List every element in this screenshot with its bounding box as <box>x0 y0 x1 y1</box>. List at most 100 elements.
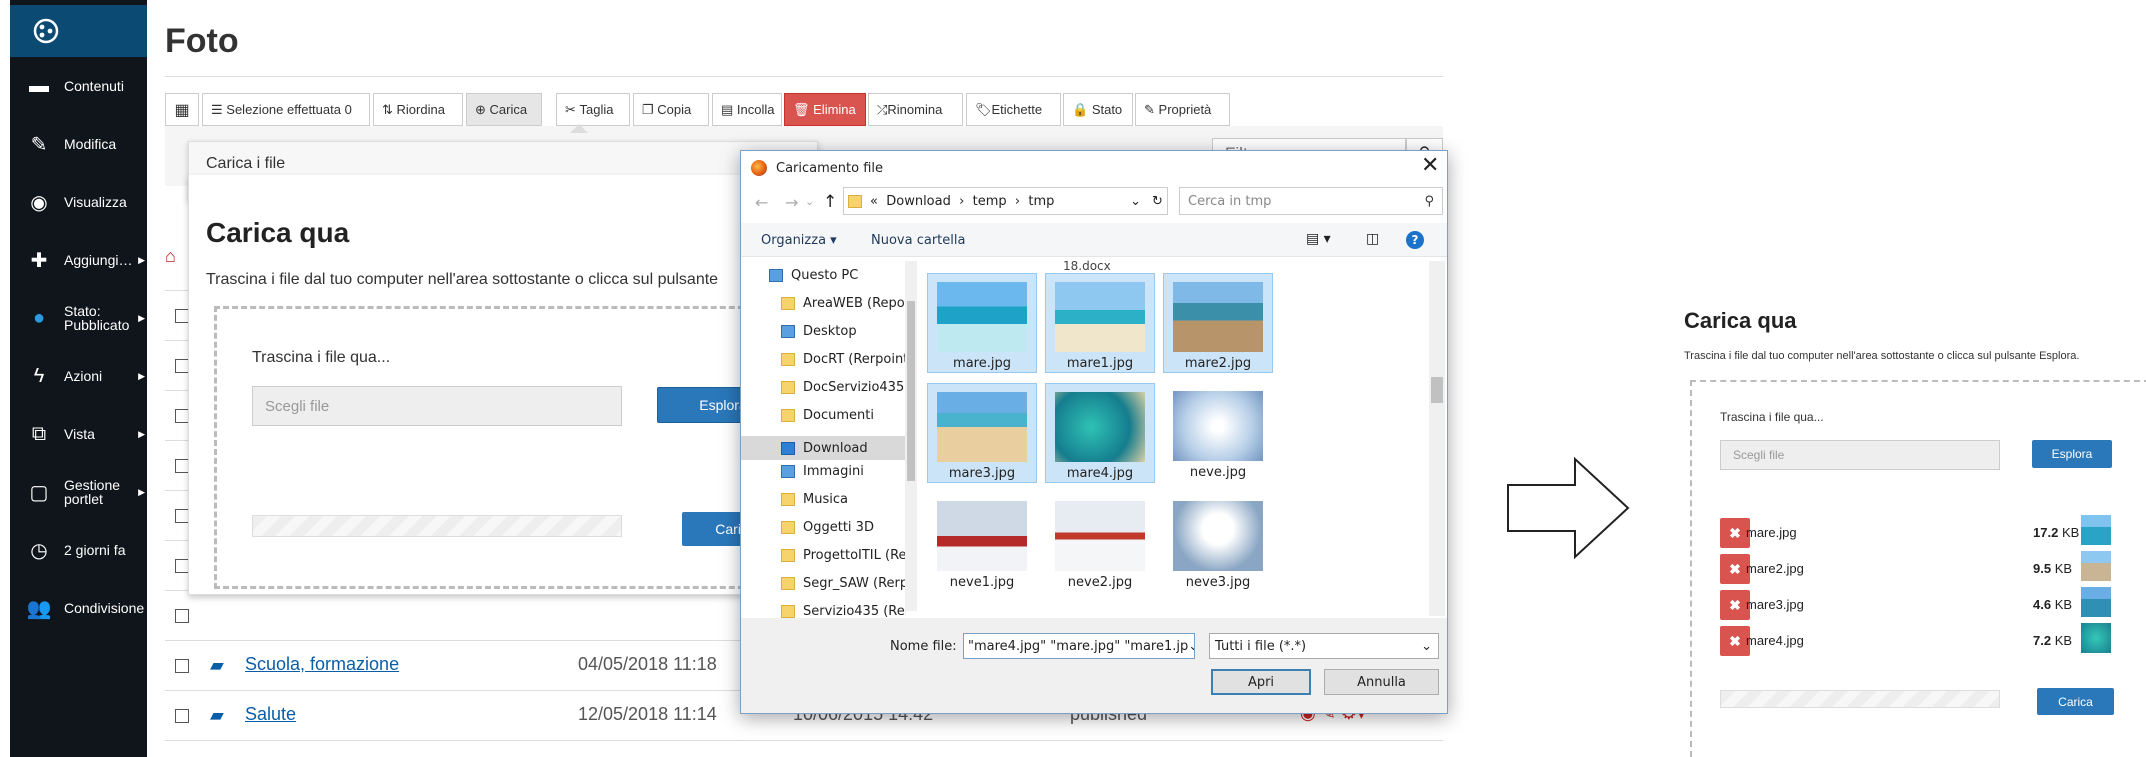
paste-button[interactable]: ▤ Incolla <box>712 93 782 126</box>
tree-item[interactable]: Questo PC <box>769 268 858 283</box>
address-bar[interactable]: « Download › temp › tmp ⌄ <box>843 187 1168 215</box>
sidebar-item-3[interactable]: ✚ Aggiungi… ▶ <box>10 236 147 284</box>
drop-zone[interactable]: Trascina i file qua... Scegli file Esplo… <box>214 306 789 589</box>
page-title: Foto <box>165 22 239 60</box>
file-type-select[interactable]: Tutti i file (*.*) ⌄ <box>1209 633 1439 659</box>
cancel-button[interactable]: Annulla <box>1324 669 1439 695</box>
crumb-temp[interactable]: temp <box>973 194 1007 209</box>
row-checkbox[interactable] <box>175 509 189 523</box>
crumb-download[interactable]: Download <box>886 194 951 209</box>
open-button[interactable]: Apri <box>1211 669 1311 695</box>
choose-file-input[interactable]: Scegli file <box>252 386 622 426</box>
row-title-link[interactable]: Salute <box>245 704 296 725</box>
sidebar-item-9[interactable]: 👥 Condivisione <box>10 584 147 632</box>
folder-icon <box>781 549 795 562</box>
file-thumbnail[interactable]: neve.jpg <box>1163 383 1273 483</box>
tree-item[interactable]: Documenti <box>781 408 874 423</box>
filename-input[interactable]: "mare4.jpg" "mare.jpg" "mare1.jp⌄ <box>963 633 1195 659</box>
tree-item[interactable]: AreaWEB (Repo <box>781 296 905 311</box>
tree-item[interactable]: DocServizio435 ( <box>781 380 906 395</box>
tree-item[interactable]: Download <box>741 436 906 460</box>
result-choose-file-input[interactable]: Scegli file <box>1720 440 2000 470</box>
selection-button[interactable]: ☰ Selezione effettuata 0 <box>202 93 370 126</box>
refresh-icon[interactable]: ↻ <box>1152 194 1163 209</box>
sidebar-item-2[interactable]: ◉ Visualizza <box>10 178 147 226</box>
chevron-down-icon[interactable]: ⌄ <box>1188 639 1194 654</box>
folder-icon <box>781 381 795 394</box>
new-folder-button[interactable]: Nuova cartella <box>871 233 965 248</box>
tree-item[interactable]: Immagini <box>781 464 864 479</box>
tree-item[interactable]: Musica <box>781 492 848 507</box>
dialog-search-input[interactable]: Cerca in tmp ⚲ <box>1179 187 1443 215</box>
file-thumbnail[interactable]: mare.jpg <box>927 273 1037 373</box>
result-browse-button[interactable]: Esplora <box>2032 440 2112 468</box>
crumb-tmp[interactable]: tmp <box>1028 194 1054 209</box>
uploaded-file-row: ✖ mare.jpg 17.2 KB <box>1720 515 2146 548</box>
close-icon[interactable]: ✕ <box>1421 153 1439 178</box>
rename-button[interactable]: ⤮ Rinomina <box>868 93 963 126</box>
sidebar-item-7[interactable]: ▢ Gestione portlet ▶ <box>10 468 147 516</box>
tree-item[interactable]: DocRT (Rerpoint <box>781 352 906 367</box>
forward-icon[interactable]: → <box>785 193 798 212</box>
sidebar-item-5[interactable]: ϟ Azioni ▶ <box>10 352 147 400</box>
row-checkbox[interactable] <box>175 559 189 573</box>
help-icon[interactable]: ? <box>1406 231 1424 249</box>
tree-item[interactable]: ProgettoITIL (Re <box>781 548 906 563</box>
file-thumbnail[interactable]: neve3.jpg <box>1163 493 1273 593</box>
sidebar-item-label: Visualizza <box>64 194 127 210</box>
sidebar-item-4[interactable]: ● Stato: Pubblicato ▶ <box>10 294 147 342</box>
upload-button[interactable]: ⊕ Carica <box>466 93 542 126</box>
row-checkbox[interactable] <box>175 709 189 723</box>
file-thumbnail[interactable]: neve2.jpg <box>1045 493 1155 593</box>
sidebar-item-6[interactable]: ⧉ Vista ▶ <box>10 410 147 458</box>
row-checkbox[interactable] <box>175 309 189 323</box>
state-button[interactable]: 🔒 Stato <box>1063 93 1133 126</box>
back-icon[interactable]: ← <box>755 193 768 212</box>
tree-item[interactable]: Desktop <box>781 324 857 339</box>
upload-progress-bar <box>252 515 622 537</box>
file-thumbnail[interactable]: neve1.jpg <box>927 493 1037 593</box>
file-name: neve3.jpg <box>1185 575 1251 590</box>
row-title-link[interactable]: Scuola, formazione <box>245 654 399 675</box>
preview-pane-icon[interactable]: ◫ <box>1366 231 1379 247</box>
sidebar-item-label: Contenuti <box>64 78 124 94</box>
properties-button[interactable]: ✎ Proprietà <box>1135 93 1230 126</box>
folder-icon: ▰ <box>210 655 224 675</box>
cut-button[interactable]: ✂ Taglia <box>556 93 630 126</box>
reorder-button[interactable]: ⇅ Riordina <box>373 93 463 126</box>
file-thumbnail[interactable]: mare4.jpg <box>1045 383 1155 483</box>
tree-item[interactable]: Segr_SAW (Rerpo <box>781 576 906 591</box>
chevron-down-icon[interactable]: ⌄ <box>1130 194 1141 209</box>
folder-icon <box>781 297 795 310</box>
caret-right-icon: ▶ <box>138 486 145 497</box>
delete-button[interactable]: 🗑 Elimina <box>784 93 866 126</box>
recent-chevron-icon[interactable]: ⌄ <box>805 195 814 208</box>
result-upload-button[interactable]: Carica <box>2037 688 2114 715</box>
sidebar-item-1[interactable]: ✎ Modifica <box>10 120 147 168</box>
grid-toggle-button[interactable]: ▦ <box>165 93 199 126</box>
copy-button[interactable]: ❐ Copia <box>633 93 709 126</box>
plone-logo[interactable] <box>10 5 147 57</box>
grid-scrollbar[interactable] <box>1429 261 1445 616</box>
file-thumbnail[interactable]: mare3.jpg <box>927 383 1037 483</box>
row-checkbox[interactable] <box>175 659 189 673</box>
up-icon[interactable]: ↑ <box>823 192 837 212</box>
organize-button[interactable]: Organizza ▾ <box>761 233 837 248</box>
row-checkbox[interactable] <box>175 609 189 623</box>
view-options-icon[interactable]: ▤ ▾ <box>1306 231 1331 247</box>
tree-scrollbar[interactable] <box>905 261 917 611</box>
sidebar-item-8[interactable]: ◷ 2 giorni fa <box>10 526 147 574</box>
tree-item[interactable]: Oggetti 3D <box>781 520 874 535</box>
tags-button[interactable]: 🏷 Etichette <box>966 93 1061 126</box>
row-checkbox[interactable] <box>175 459 189 473</box>
row-checkbox[interactable] <box>175 359 189 373</box>
sidebar-item-0[interactable]: ▬ Contenuti <box>10 62 147 110</box>
file-thumbnail[interactable]: mare2.jpg <box>1163 273 1273 373</box>
navigation-tree: Questo PC AreaWEB (Repo Desktop DocRT (Rerp… <box>741 258 906 618</box>
row-checkbox[interactable] <box>175 409 189 423</box>
file-thumbnail[interactable]: mare1.jpg <box>1045 273 1155 373</box>
home-icon[interactable]: ⌂ <box>165 246 185 276</box>
tree-item[interactable]: Servizio435 (Rerr <box>781 604 906 618</box>
image-preview <box>1173 282 1263 352</box>
copy-icon: ❐ <box>642 101 654 117</box>
